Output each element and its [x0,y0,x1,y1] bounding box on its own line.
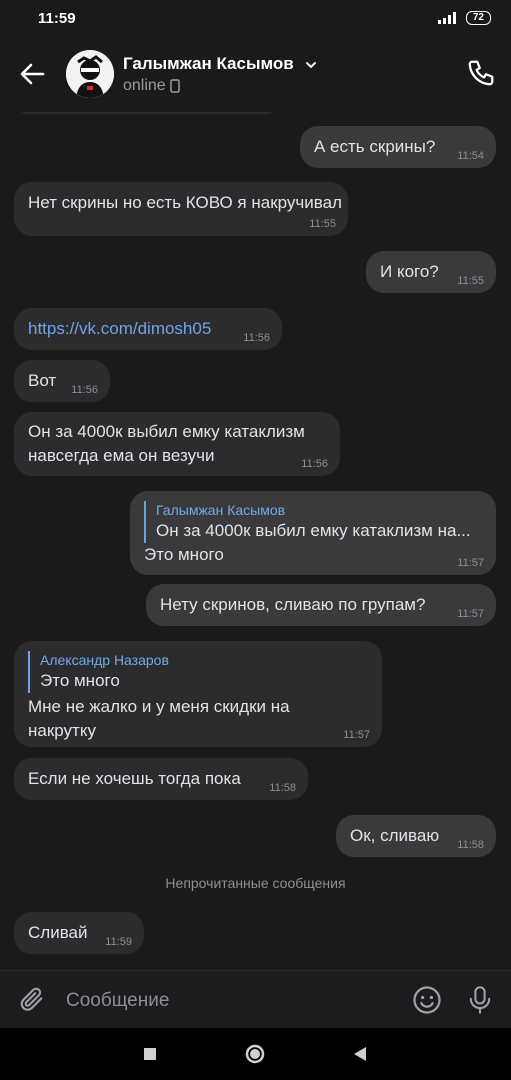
avatar[interactable] [66,50,114,98]
phone-icon[interactable] [466,58,496,88]
message-text: Вот [28,371,57,390]
message-time: 11:56 [301,458,328,470]
message-time: 11:55 [309,218,336,230]
message-link[interactable]: https://vk.com/dimosh05 [28,317,211,341]
message-time: 11:56 [243,332,270,344]
chevron-down-icon[interactable] [304,58,318,72]
message-bubble-outgoing[interactable]: И кого? 11:55 [366,251,496,293]
message-bubble-outgoing[interactable]: Нету скринов, сливаю по групам? 11:57 [146,584,496,626]
chat-header: Галымжан Касымов online [0,38,511,112]
message-text: Мне не жалко и у меня скидки на накрутку [28,695,290,743]
message-bubble-incoming[interactable]: Сливай 11:59 [14,912,144,954]
message-text: Он за 4000к выбил емку катаклизм навсегд… [28,420,305,468]
message-text: А есть скрины? [314,137,436,156]
avatar-image [66,50,114,98]
message-list[interactable]: А есть скрины? 11:54 Нет скрины но есть … [0,112,511,970]
reply-author: Галымжан Касымов [156,502,286,518]
message-line: навсегда ема он везучи [28,446,215,465]
unread-separator: Непрочитанные сообщения [165,875,346,891]
message-text: И кого? [380,262,439,281]
message-bubble-outgoing[interactable]: А есть скрины? 11:54 [300,126,496,168]
message-text: Ок, сливаю [350,826,440,845]
message-time: 11:54 [457,150,484,162]
message-line: накрутку [28,721,96,740]
message-line: Мне не жалко и у меня скидки на [28,697,290,716]
back-nav-icon[interactable] [348,1042,372,1066]
reply-author: Александр Назаров [40,652,169,668]
message-text: Это много [144,545,224,564]
message-bubble-incoming[interactable]: https://vk.com/dimosh05 11:56 [14,308,282,350]
message-time: 11:58 [269,782,296,794]
reply-quote[interactable]: Александр Назаров Это много [28,651,360,693]
signal-icon [437,12,456,24]
reply-quote[interactable]: Галымжан Касымов Он за 4000к выбил емку … [144,501,476,543]
reply-text: Он за 4000к выбил емку катаклизм на... [156,521,471,540]
message-bubble-incoming[interactable]: Вот 11:56 [14,360,110,402]
online-status: online [123,77,166,94]
status-time: 11:59 [38,10,76,27]
recents-icon[interactable] [138,1042,162,1066]
message-text: Нету скринов, сливаю по групам? [160,595,426,614]
mobile-device-icon [169,79,180,93]
message-time: 11:57 [343,729,370,741]
arrow-left-icon[interactable] [16,58,48,90]
message-time: 11:57 [457,608,484,620]
message-text: Сливай [28,923,88,942]
message-text: Если не хочешь тогда пока [28,769,241,788]
message-input[interactable] [64,982,398,1020]
message-text: Нет скрины но есть КОВО я накручивал [28,193,342,212]
message-bubble-incoming[interactable]: Александр Назаров Это много Мне не жалко… [14,641,382,747]
message-bubble-outgoing[interactable]: Галымжан Касымов Он за 4000к выбил емку … [130,491,496,575]
message-bubble-incoming[interactable]: Нет скрины но есть КОВО я накручивал 11:… [14,182,348,236]
message-line: Он за 4000к выбил емку катаклизм [28,422,305,441]
paperclip-icon[interactable] [18,985,46,1013]
message-time: 11:56 [71,384,98,396]
message-time: 11:55 [457,275,484,287]
contact-status: online [123,77,180,95]
message-time: 11:57 [457,557,484,569]
reply-text: Это много [40,671,120,690]
home-icon[interactable] [243,1042,267,1066]
microphone-icon[interactable] [466,985,494,1015]
message-bubble-incoming[interactable]: Если не хочешь тогда пока 11:58 [14,758,308,800]
status-icons: 72 [437,11,491,25]
message-bubble-incoming[interactable]: Он за 4000к выбил емку катаклизм навсегд… [14,412,340,476]
message-bubble-outgoing[interactable]: Ок, сливаю 11:58 [336,815,496,857]
message-composer [0,970,511,1029]
smile-icon[interactable] [412,985,442,1015]
battery-indicator: 72 [465,11,491,25]
message-time: 11:58 [457,839,484,851]
message-time: 11:59 [105,936,132,948]
status-bar: 11:59 72 [0,0,511,38]
contact-name[interactable]: Галымжан Касымов [123,54,294,74]
system-nav-bar [0,1028,511,1080]
message-bubble-partial [14,112,280,114]
